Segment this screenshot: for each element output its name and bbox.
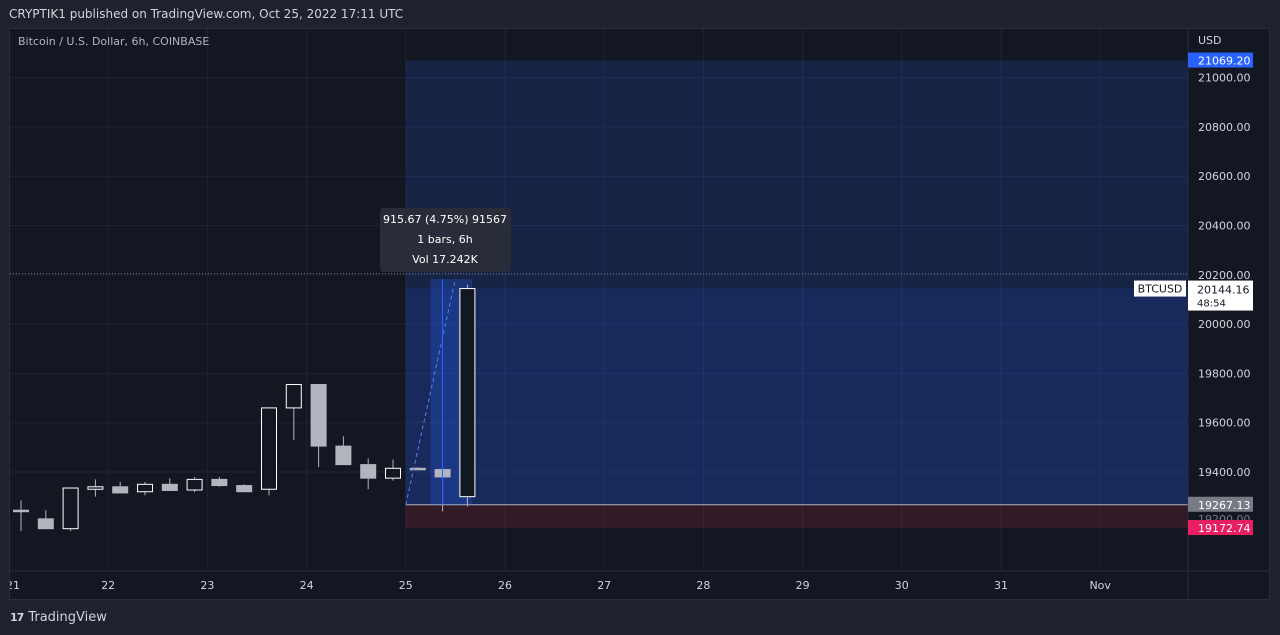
candle-body[interactable]	[261, 407, 277, 490]
candle-body[interactable]	[186, 478, 203, 491]
y-tick-label: 20000.00	[1198, 318, 1251, 331]
x-tick-label: 25	[399, 579, 413, 592]
y-tick-label: 20800.00	[1198, 121, 1251, 134]
measure-tooltip-line1: 915.67 (4.75%) 91567	[383, 213, 507, 226]
y-tick-label: 19600.00	[1198, 417, 1251, 430]
bar-countdown-text: 48:54	[1197, 299, 1226, 310]
currency-label: USD	[1198, 34, 1222, 47]
tradingview-logo[interactable]: 17 TradingView	[10, 610, 107, 625]
symbol-tag-text: BTCUSD	[1138, 283, 1183, 296]
x-tick-label: 29	[796, 579, 810, 592]
stop-price-tag-text: 19172.74	[1198, 522, 1251, 535]
candle-body[interactable]	[211, 478, 228, 487]
measure-tooltip-line2: 1 bars, 6h	[417, 233, 472, 246]
footer: 17 TradingView	[0, 600, 1280, 635]
target-price-tag-text: 21069.20	[1198, 55, 1251, 68]
candle-body[interactable]	[13, 509, 29, 513]
candle-body[interactable]	[62, 487, 79, 530]
candle-body[interactable]	[112, 486, 129, 494]
y-tick-label: 19400.00	[1198, 466, 1251, 479]
publisher-line: CRYPTIK1 published on TradingView.com, O…	[9, 7, 404, 21]
stop-zone[interactable]	[405, 504, 1188, 529]
chart-frame[interactable]: 915.67 (4.75%) 91567 1 bars, 6h Vol 17.242…	[9, 28, 1270, 600]
entry-price-tag-text: 19267.13	[1198, 499, 1251, 512]
candle-body[interactable]	[360, 464, 377, 479]
tradingview-logo-icon: 17	[10, 611, 24, 624]
x-tick-label: 27	[597, 579, 611, 592]
x-tick-label: 28	[696, 579, 710, 592]
candle-body[interactable]	[137, 483, 153, 493]
candle-body[interactable]	[310, 383, 327, 447]
current-price-text: 20144.16	[1197, 284, 1250, 297]
price-chart[interactable]: 915.67 (4.75%) 91567 1 bars, 6h Vol 17.242…	[10, 29, 1269, 599]
y-tick-label: 20200.00	[1198, 269, 1251, 282]
x-tick-label: 24	[300, 579, 314, 592]
symbol-legend: Bitcoin / U.S. Dollar, 6h, COINBASE	[18, 35, 209, 48]
x-tick-label: 26	[498, 579, 512, 592]
y-tick-label: 19800.00	[1198, 367, 1251, 380]
y-tick-label: 21000.00	[1198, 72, 1251, 85]
publisher-bar: CRYPTIK1 published on TradingView.com, O…	[0, 0, 1280, 28]
x-tick-label: 21	[10, 579, 20, 592]
candle-body[interactable]	[285, 383, 302, 409]
candle-body[interactable]	[459, 288, 476, 498]
candle-body[interactable]	[236, 485, 253, 493]
x-tick-label: Nov	[1089, 579, 1111, 592]
x-tick-label: 31	[994, 579, 1008, 592]
measure-tooltip-line3: Vol 17.242K	[412, 253, 478, 266]
candle-body[interactable]	[37, 518, 54, 530]
y-tick-label: 20400.00	[1198, 220, 1251, 233]
candle-body[interactable]	[161, 483, 178, 491]
candle-body[interactable]	[87, 486, 104, 490]
x-tick-label: 30	[895, 579, 909, 592]
candle-body[interactable]	[335, 445, 352, 466]
y-tick-label: 20600.00	[1198, 170, 1251, 183]
x-tick-label: 22	[101, 579, 115, 592]
brand-name: TradingView	[28, 610, 107, 625]
filled-profit-zone	[405, 288, 1188, 505]
candle-body[interactable]	[409, 467, 426, 471]
candle-body[interactable]	[385, 467, 401, 479]
x-tick-label: 23	[200, 579, 214, 592]
